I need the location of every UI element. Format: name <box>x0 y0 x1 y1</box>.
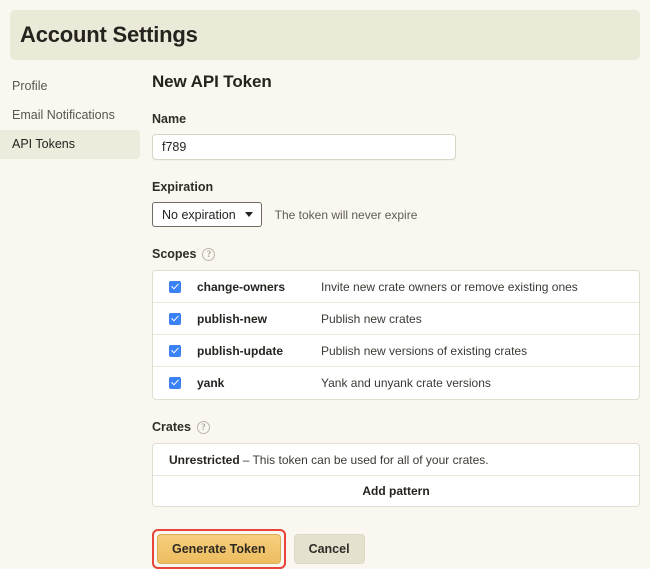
section-title: New API Token <box>152 72 640 92</box>
scope-description: Yank and unyank crate versions <box>321 376 491 390</box>
crates-unrestricted-text: – This token can be used for all of your… <box>243 453 489 467</box>
name-label: Name <box>152 112 640 126</box>
scope-name: publish-new <box>197 312 321 326</box>
scope-row: publish-new Publish new crates <box>153 303 639 335</box>
crates-field-group: Crates ? Unrestricted – This token can b… <box>152 420 640 507</box>
scope-checkbox-publish-new[interactable] <box>169 313 181 325</box>
generate-token-focus-ring: Generate Token <box>152 529 286 569</box>
scope-description: Publish new crates <box>321 312 422 326</box>
expiration-field-group: Expiration No expiration The token will … <box>152 180 640 227</box>
scopes-label: Scopes <box>152 247 196 261</box>
scope-description: Publish new versions of existing crates <box>321 344 527 358</box>
scope-row: publish-update Publish new versions of e… <box>153 335 639 367</box>
scope-description: Invite new crate owners or remove existi… <box>321 280 578 294</box>
add-pattern-button[interactable]: Add pattern <box>153 476 639 506</box>
expiration-selected-value: No expiration <box>162 208 236 222</box>
expiration-label: Expiration <box>152 180 640 194</box>
help-circle-icon[interactable]: ? <box>197 421 210 434</box>
scopes-panel: change-owners Invite new crate owners or… <box>152 270 640 400</box>
sidebar-item-api-tokens[interactable]: API Tokens <box>0 130 140 159</box>
crates-panel: Unrestricted – This token can be used fo… <box>152 443 640 507</box>
expiration-select[interactable]: No expiration <box>152 202 262 227</box>
token-name-input[interactable] <box>152 134 456 160</box>
scope-name: change-owners <box>197 280 321 294</box>
scope-checkbox-publish-update[interactable] <box>169 345 181 357</box>
page-title: Account Settings <box>20 22 198 48</box>
scope-row: change-owners Invite new crate owners or… <box>153 271 639 303</box>
crates-unrestricted-row: Unrestricted – This token can be used fo… <box>153 444 639 476</box>
scope-row: yank Yank and unyank crate versions <box>153 367 639 399</box>
expiration-hint: The token will never expire <box>275 208 418 222</box>
expiration-row: No expiration The token will never expir… <box>152 202 640 227</box>
chevron-down-icon <box>245 212 253 217</box>
sidebar-item-email-notifications[interactable]: Email Notifications <box>0 101 140 130</box>
scope-name: publish-update <box>197 344 321 358</box>
help-circle-icon[interactable]: ? <box>202 248 215 261</box>
crates-label: Crates <box>152 420 191 434</box>
sidebar-item-profile[interactable]: Profile <box>0 72 140 101</box>
new-api-token-form: New API Token Name Expiration No expirat… <box>152 72 640 569</box>
scope-checkbox-change-owners[interactable] <box>169 281 181 293</box>
generate-token-button[interactable]: Generate Token <box>157 534 281 564</box>
crates-unrestricted-title: Unrestricted <box>169 453 240 467</box>
crates-label-row: Crates ? <box>152 420 640 434</box>
settings-sidebar: Profile Email Notifications API Tokens <box>0 72 140 159</box>
scopes-label-row: Scopes ? <box>152 247 640 261</box>
name-field-group: Name <box>152 112 640 160</box>
scope-checkbox-yank[interactable] <box>169 377 181 389</box>
scope-name: yank <box>197 376 321 390</box>
cancel-button[interactable]: Cancel <box>294 534 365 564</box>
scopes-field-group: Scopes ? change-owners Invite new crate … <box>152 247 640 400</box>
form-actions: Generate Token Cancel <box>152 529 640 569</box>
